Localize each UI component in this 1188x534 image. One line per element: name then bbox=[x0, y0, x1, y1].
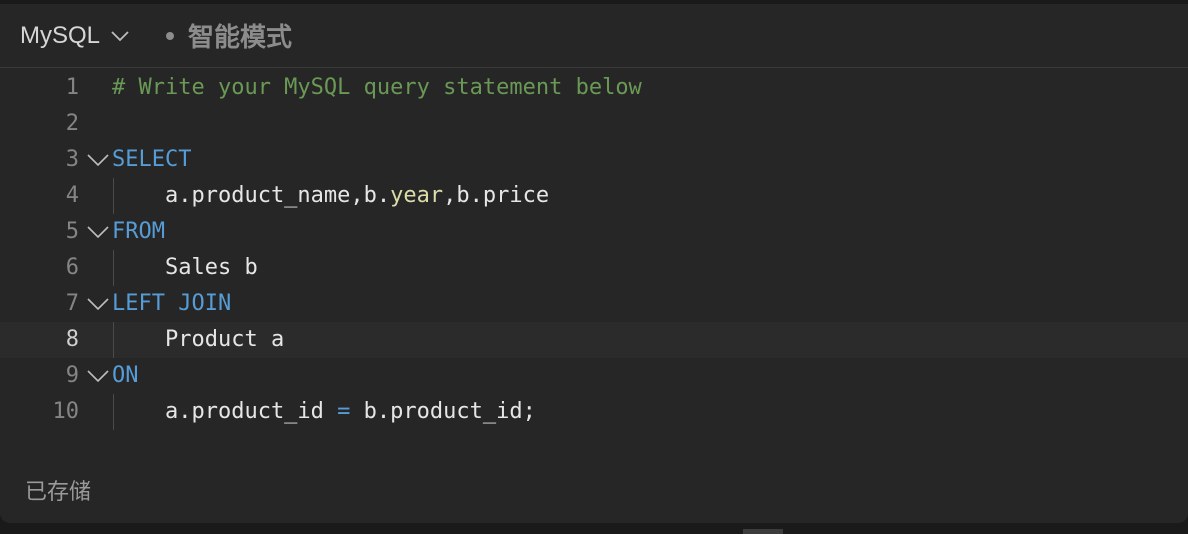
code-token: FROM bbox=[112, 219, 165, 244]
code-text: a.product_name,b.year,b.price bbox=[112, 178, 549, 214]
fold-chevron-icon[interactable] bbox=[86, 223, 110, 241]
code-token: LEFT JOIN bbox=[112, 291, 232, 316]
chevron-down-icon bbox=[111, 30, 129, 41]
code-line[interactable]: 10 a.product_id = b.product_id; bbox=[0, 394, 1188, 430]
code-line[interactable]: 5 FROM bbox=[0, 214, 1188, 250]
fold-chevron-icon[interactable] bbox=[86, 367, 110, 385]
code-token: b.product_id; bbox=[350, 399, 536, 424]
code-line[interactable]: 9 ON bbox=[0, 358, 1188, 394]
code-token: ,b.price bbox=[443, 183, 550, 208]
code-line[interactable]: 4 a.product_name,b.year,b.price bbox=[0, 178, 1188, 214]
code-token: year bbox=[390, 183, 444, 208]
code-text: a.product_id = b.product_id; bbox=[112, 394, 536, 430]
code-token: Product a bbox=[112, 327, 285, 352]
code-line[interactable]: 2 bbox=[0, 106, 1188, 142]
code-line[interactable]: 7 LEFT JOIN bbox=[0, 286, 1188, 322]
line-number: 5 bbox=[65, 219, 79, 244]
language-label: MySQL bbox=[20, 21, 101, 49]
code-text: SELECT bbox=[112, 142, 191, 178]
status-dot-icon bbox=[166, 31, 175, 40]
code-line[interactable]: 8 Product a bbox=[0, 322, 1188, 358]
code-text: Sales b bbox=[112, 250, 258, 286]
code-text: ON bbox=[112, 358, 139, 394]
code-editor-panel: MySQL 智能模式 1 # Write your MySQL query sta… bbox=[0, 4, 1188, 523]
line-number: 2 bbox=[65, 111, 79, 136]
resize-handle[interactable] bbox=[743, 529, 783, 534]
fold-chevron-icon[interactable] bbox=[86, 151, 110, 169]
line-number: 6 bbox=[65, 255, 79, 280]
code-line[interactable]: 1 # Write your MySQL query statement belo… bbox=[0, 70, 1188, 106]
line-number: 9 bbox=[65, 363, 79, 388]
code-token: = bbox=[337, 399, 351, 424]
code-token: a.product_id bbox=[112, 399, 338, 424]
code-token: # Write your MySQL query statement below bbox=[112, 75, 642, 100]
mode-label: 智能模式 bbox=[188, 23, 293, 53]
line-number: 7 bbox=[65, 291, 79, 316]
code-text: LEFT JOIN bbox=[112, 286, 231, 322]
smart-mode-toggle[interactable]: 智能模式 bbox=[166, 17, 292, 54]
code-token: a.product_name,b. bbox=[112, 183, 391, 208]
editor-toolbar: MySQL 智能模式 bbox=[0, 4, 1188, 68]
line-number: 3 bbox=[65, 147, 79, 172]
code-token: Sales b bbox=[112, 255, 258, 280]
language-select[interactable]: MySQL bbox=[20, 22, 130, 50]
code-text: Product a bbox=[112, 322, 284, 358]
line-number: 10 bbox=[52, 399, 80, 424]
line-number: 4 bbox=[65, 183, 79, 208]
code-area[interactable]: 1 # Write your MySQL query statement belo… bbox=[0, 68, 1188, 436]
save-status: 已存储 bbox=[25, 480, 92, 505]
line-number: 1 bbox=[65, 75, 79, 100]
code-token: SELECT bbox=[112, 147, 192, 172]
line-number: 8 bbox=[65, 327, 79, 352]
code-token: ON bbox=[112, 363, 139, 388]
code-line[interactable]: 6 Sales b bbox=[0, 250, 1188, 286]
code-line[interactable]: 3 SELECT bbox=[0, 142, 1188, 178]
fold-chevron-icon[interactable] bbox=[86, 295, 110, 313]
code-text: # Write your MySQL query statement below bbox=[112, 70, 642, 106]
code-text: FROM bbox=[112, 214, 165, 250]
